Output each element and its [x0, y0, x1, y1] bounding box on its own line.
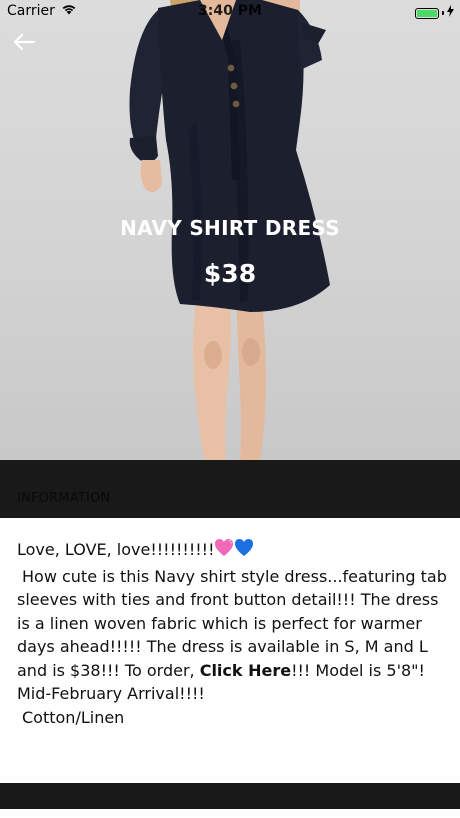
- charging-bolt-icon: [447, 5, 454, 21]
- product-description: Love, LOVE, love!!!!!!!!!! How cute is t…: [17, 538, 447, 729]
- information-header: INFORMATION: [0, 460, 460, 518]
- product-detail-screen: Carrier 3:40 PM NAVY SHIRT DRESS $38 INF…: [0, 0, 460, 818]
- product-price: $38: [203, 259, 257, 288]
- status-bar: Carrier 3:40 PM: [0, 0, 460, 24]
- description-line-1: Love, LOVE, love!!!!!!!!!!: [17, 538, 447, 565]
- heart-emojis: [214, 538, 254, 565]
- description-body: How cute is this Navy shirt style dress.…: [17, 565, 447, 706]
- battery-icon: [415, 5, 454, 21]
- description-material: Cotton/Linen: [17, 706, 447, 730]
- status-time: 3:40 PM: [198, 3, 262, 19]
- description-love-text: Love, LOVE, love!!!!!!!!!!: [17, 540, 215, 559]
- bottom-bar: [0, 783, 460, 809]
- material-text: Cotton/Linen: [22, 707, 125, 727]
- back-arrow-icon: [12, 33, 36, 55]
- battery-level: [417, 9, 437, 17]
- information-label: INFORMATION: [17, 491, 111, 506]
- click-here-link[interactable]: Click Here: [200, 661, 291, 680]
- back-button[interactable]: [10, 32, 38, 56]
- blue-heart-icon: [235, 539, 254, 556]
- pink-heart-icon: [215, 539, 234, 556]
- product-title: NAVY SHIRT DRESS: [120, 216, 340, 240]
